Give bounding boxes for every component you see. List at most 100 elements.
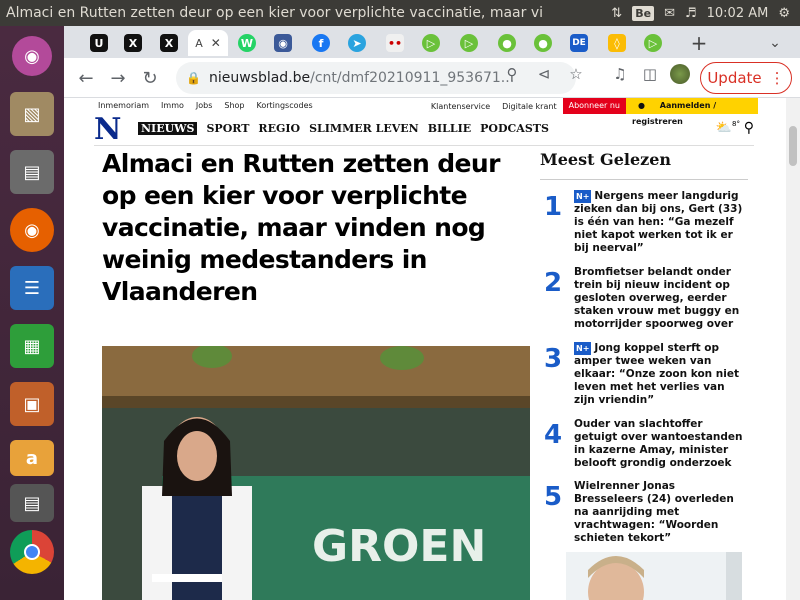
nav-item-slimmer-leven[interactable]: SLIMMER LEVEN <box>309 122 419 135</box>
nav-item-sport[interactable]: SPORT <box>206 122 249 135</box>
tab[interactable]: ➤ <box>340 30 374 56</box>
amazon-icon: a <box>10 440 54 476</box>
launcher-stack[interactable]: ▤ <box>6 480 58 526</box>
rank-number: 1 <box>544 192 563 222</box>
forward-button[interactable]: → <box>106 66 130 90</box>
nav-item-regio[interactable]: REGIO <box>258 122 300 135</box>
tab[interactable]: DE <box>562 30 596 56</box>
gear-icon[interactable]: ⚙ <box>778 6 790 21</box>
weather-widget[interactable]: ⛅8° <box>716 120 740 135</box>
tab[interactable]: ▷ <box>414 30 448 56</box>
scrollbar-thumb[interactable] <box>789 126 797 166</box>
nieuwsblad-logo[interactable]: N <box>94 115 124 145</box>
util-link-klantenservice[interactable]: Klantenservice <box>425 102 496 111</box>
launcher-calc[interactable]: ▦ <box>6 320 58 372</box>
launcher-files[interactable]: ▧ <box>6 88 58 140</box>
util-link-immo[interactable]: Immo <box>161 101 184 110</box>
network-icon[interactable]: ⇅ <box>611 6 622 21</box>
login-button[interactable]: ● Aanmelden / registreren <box>626 98 758 126</box>
tab-active[interactable]: A ✕ <box>188 30 228 56</box>
list-item-title[interactable]: Wielrenner Jonas Bresseleers (24) overle… <box>574 480 746 545</box>
list-item-title: Jong koppel sterft op amper twee weken v… <box>574 342 740 406</box>
tab[interactable]: •• <box>378 30 412 56</box>
nav-item-podcasts[interactable]: PODCASTS <box>480 122 549 135</box>
tab[interactable]: X <box>152 30 186 56</box>
nav-item-nieuws[interactable]: NIEUWS <box>138 122 198 135</box>
ubuntu-icon: ◉ <box>12 36 52 76</box>
reload-button[interactable]: ↻ <box>138 66 162 90</box>
close-icon[interactable]: ✕ <box>211 36 221 50</box>
launcher-impress[interactable]: ▣ <box>6 378 58 430</box>
update-button[interactable]: Update ⋮ <box>700 62 792 94</box>
tab-favicon-search: ◉ <box>274 34 292 52</box>
util-link-shop[interactable]: Shop <box>224 101 244 110</box>
launcher-chrome[interactable] <box>6 526 58 578</box>
list-item-title: Nergens meer langdurig zieken dan bij on… <box>574 190 743 254</box>
whatsapp-icon: W <box>238 34 256 52</box>
article-headline: Almaci en Rutten zetten deur op een kier… <box>102 149 500 306</box>
list-item-text[interactable]: N+ Jong koppel sterft op amper twee weken… <box>574 342 746 407</box>
list-item[interactable]: 5 Wielrenner Jonas Bresseleers (24) over… <box>540 476 748 552</box>
tab-search-button[interactable]: ⌄ <box>758 30 792 56</box>
tab[interactable]: ▷ <box>636 30 670 56</box>
calc-icon: ▦ <box>10 324 54 368</box>
zoom-icon[interactable]: ⚲ <box>500 62 524 86</box>
browser-toolbar: ← → ↻ 🔒 nieuwsblad.be/cnt/dmf20210911_95… <box>64 58 800 98</box>
tab[interactable]: f <box>304 30 338 56</box>
most-read-title: Meest Gelezen <box>540 150 748 180</box>
bookmark-star-icon[interactable]: ☆ <box>564 62 588 86</box>
plus-badge-icon: N+ <box>574 190 592 203</box>
list-item-title[interactable]: Bromfietser belandt onder trein bij nieu… <box>574 266 746 331</box>
article-hero-image[interactable]: GROEN <box>102 346 530 600</box>
launcher-firefox[interactable]: ◉ <box>6 204 58 256</box>
launcher-writer[interactable]: ☰ <box>6 262 58 314</box>
page-scrollbar[interactable] <box>786 98 800 600</box>
clock[interactable]: 10:02 AM <box>707 6 769 21</box>
tab-favicon-dots: •• <box>386 34 404 52</box>
tab[interactable]: W <box>230 30 264 56</box>
util-link-jobs[interactable]: Jobs <box>196 101 213 110</box>
profile-avatar[interactable] <box>668 62 692 86</box>
tab[interactable]: ◊ <box>600 30 634 56</box>
util-link-kortingscodes[interactable]: Kortingscodes <box>257 101 313 110</box>
most-read-sidebar: Meest Gelezen 1 N+ Nergens meer langdurig… <box>540 150 748 552</box>
list-item[interactable]: 2 Bromfietser belandt onder trein bij ni… <box>540 262 748 338</box>
launcher: ◉ ▧ ▤ ◉ ☰ ▦ ▣ a ▤ <box>0 26 64 600</box>
keyboard-layout-indicator[interactable]: Be <box>632 5 655 21</box>
launcher-ubuntu[interactable]: ◉ <box>6 30 58 82</box>
media-control-icon[interactable]: ♫ <box>608 62 632 86</box>
update-label: Update <box>707 69 762 87</box>
rumble-icon: ▷ <box>460 34 478 52</box>
util-link-inmemoriam[interactable]: Inmemoriam <box>98 101 149 110</box>
mail-icon[interactable]: ✉ <box>664 6 675 21</box>
file-cabinet-icon: ▤ <box>10 150 54 194</box>
list-item[interactable]: 3 N+ Jong koppel sterft op amper twee wek… <box>540 338 748 414</box>
tab-favicon-x: X <box>160 34 178 52</box>
util-link-digitale-krant[interactable]: Digitale krant <box>496 102 562 111</box>
side-panel-icon[interactable]: ◫ <box>638 62 662 86</box>
list-item[interactable]: 4 Ouder van slachtoffer getuigt over wan… <box>540 414 748 476</box>
search-icon[interactable]: ⚲ <box>744 120 754 136</box>
subscribe-button[interactable]: Abonneer nu <box>562 98 626 114</box>
advertisement[interactable] <box>566 552 742 600</box>
lock-icon[interactable]: 🔒 <box>186 71 201 85</box>
launcher-file-cabinet[interactable]: ▤ <box>6 146 58 198</box>
list-item-text[interactable]: N+ Nergens meer langdurig zieken dan bij … <box>574 190 746 255</box>
new-tab-button[interactable]: + <box>682 30 716 56</box>
share-icon[interactable]: ⊲ <box>532 62 556 86</box>
tab[interactable]: ◉ <box>266 30 300 56</box>
list-item-title[interactable]: Ouder van slachtoffer getuigt over wanto… <box>574 418 746 470</box>
back-button[interactable]: ← <box>74 66 98 90</box>
tab[interactable]: X <box>116 30 150 56</box>
tab[interactable]: ● <box>490 30 524 56</box>
rank-number: 2 <box>544 268 563 298</box>
volume-icon[interactable]: ♬ <box>685 6 697 21</box>
launcher-amazon[interactable]: a <box>6 436 58 480</box>
system-top-bar: Almaci en Rutten zetten deur op een kier… <box>0 0 800 26</box>
telegram-icon: ➤ <box>348 34 366 52</box>
tab[interactable]: ▷ <box>452 30 486 56</box>
list-item[interactable]: 1 N+ Nergens meer langdurig zieken dan bi… <box>540 186 748 262</box>
tab[interactable]: ● <box>526 30 560 56</box>
nav-item-billie[interactable]: BILLIE <box>428 122 471 135</box>
tab[interactable]: U <box>82 30 116 56</box>
